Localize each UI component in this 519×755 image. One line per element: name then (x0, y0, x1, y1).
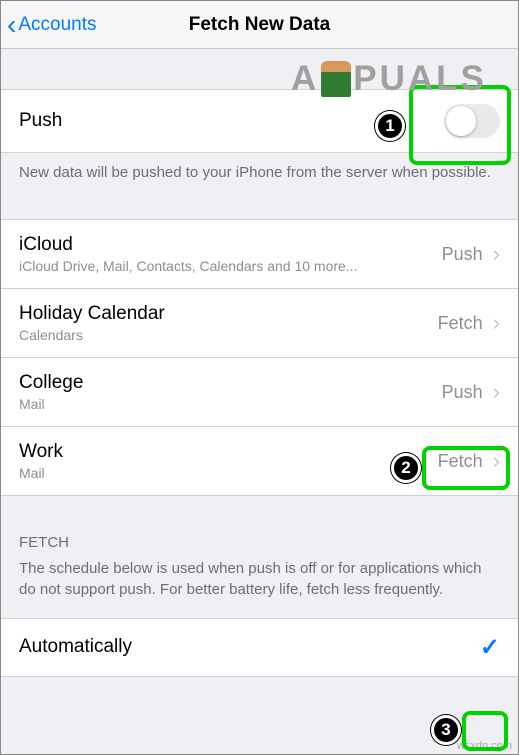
account-value: Push (442, 382, 483, 403)
checkmark-icon: ✓ (480, 633, 500, 662)
accounts-list: iCloud iCloud Drive, Mail, Contacts, Cal… (1, 219, 518, 496)
watermark-appuals: A PUALS (291, 59, 487, 99)
account-name: College (19, 372, 83, 394)
chevron-right-icon: › (493, 312, 500, 334)
account-value: Fetch (438, 451, 483, 472)
schedule-label: Automatically (19, 636, 132, 658)
account-detail: iCloud Drive, Mail, Contacts, Calendars … (19, 258, 357, 274)
account-name: iCloud (19, 234, 357, 256)
account-name: Work (19, 441, 63, 463)
watermark-avatar-icon (321, 61, 351, 97)
back-label: Accounts (18, 14, 96, 36)
push-toggle[interactable] (444, 104, 500, 138)
account-detail: Calendars (19, 327, 165, 343)
chevron-right-icon: › (493, 243, 500, 265)
chevron-right-icon: › (493, 450, 500, 472)
account-value: Push (442, 244, 483, 265)
account-row-icloud[interactable]: iCloud iCloud Drive, Mail, Contacts, Cal… (1, 219, 518, 289)
account-value: Fetch (438, 313, 483, 334)
nav-bar: ‹ Accounts Fetch New Data (1, 1, 518, 49)
schedule-automatically-cell[interactable]: Automatically ✓ (1, 618, 518, 677)
account-row-work[interactable]: Work Mail Fetch › (1, 427, 518, 496)
push-footer: New data will be pushed to your iPhone f… (1, 153, 518, 201)
account-detail: Mail (19, 396, 83, 412)
back-button[interactable]: ‹ Accounts (1, 11, 96, 39)
annotation-badge-1: 1 (375, 111, 405, 141)
account-name: Holiday Calendar (19, 303, 165, 325)
watermark-text-pre: A (291, 59, 319, 99)
fetch-section-header: FETCH (1, 496, 518, 559)
watermark-text-post: PUALS (353, 59, 487, 99)
watermark-credit: wsxdn.com (457, 740, 512, 752)
annotation-badge-2: 2 (391, 453, 421, 483)
account-row-holiday[interactable]: Holiday Calendar Calendars Fetch › (1, 289, 518, 358)
push-label: Push (19, 110, 62, 132)
account-row-college[interactable]: College Mail Push › (1, 358, 518, 427)
chevron-left-icon: ‹ (7, 11, 16, 39)
account-detail: Mail (19, 465, 63, 481)
fetch-footer: The schedule below is used when push is … (1, 559, 518, 618)
chevron-right-icon: › (493, 381, 500, 403)
annotation-badge-3: 3 (431, 715, 461, 745)
